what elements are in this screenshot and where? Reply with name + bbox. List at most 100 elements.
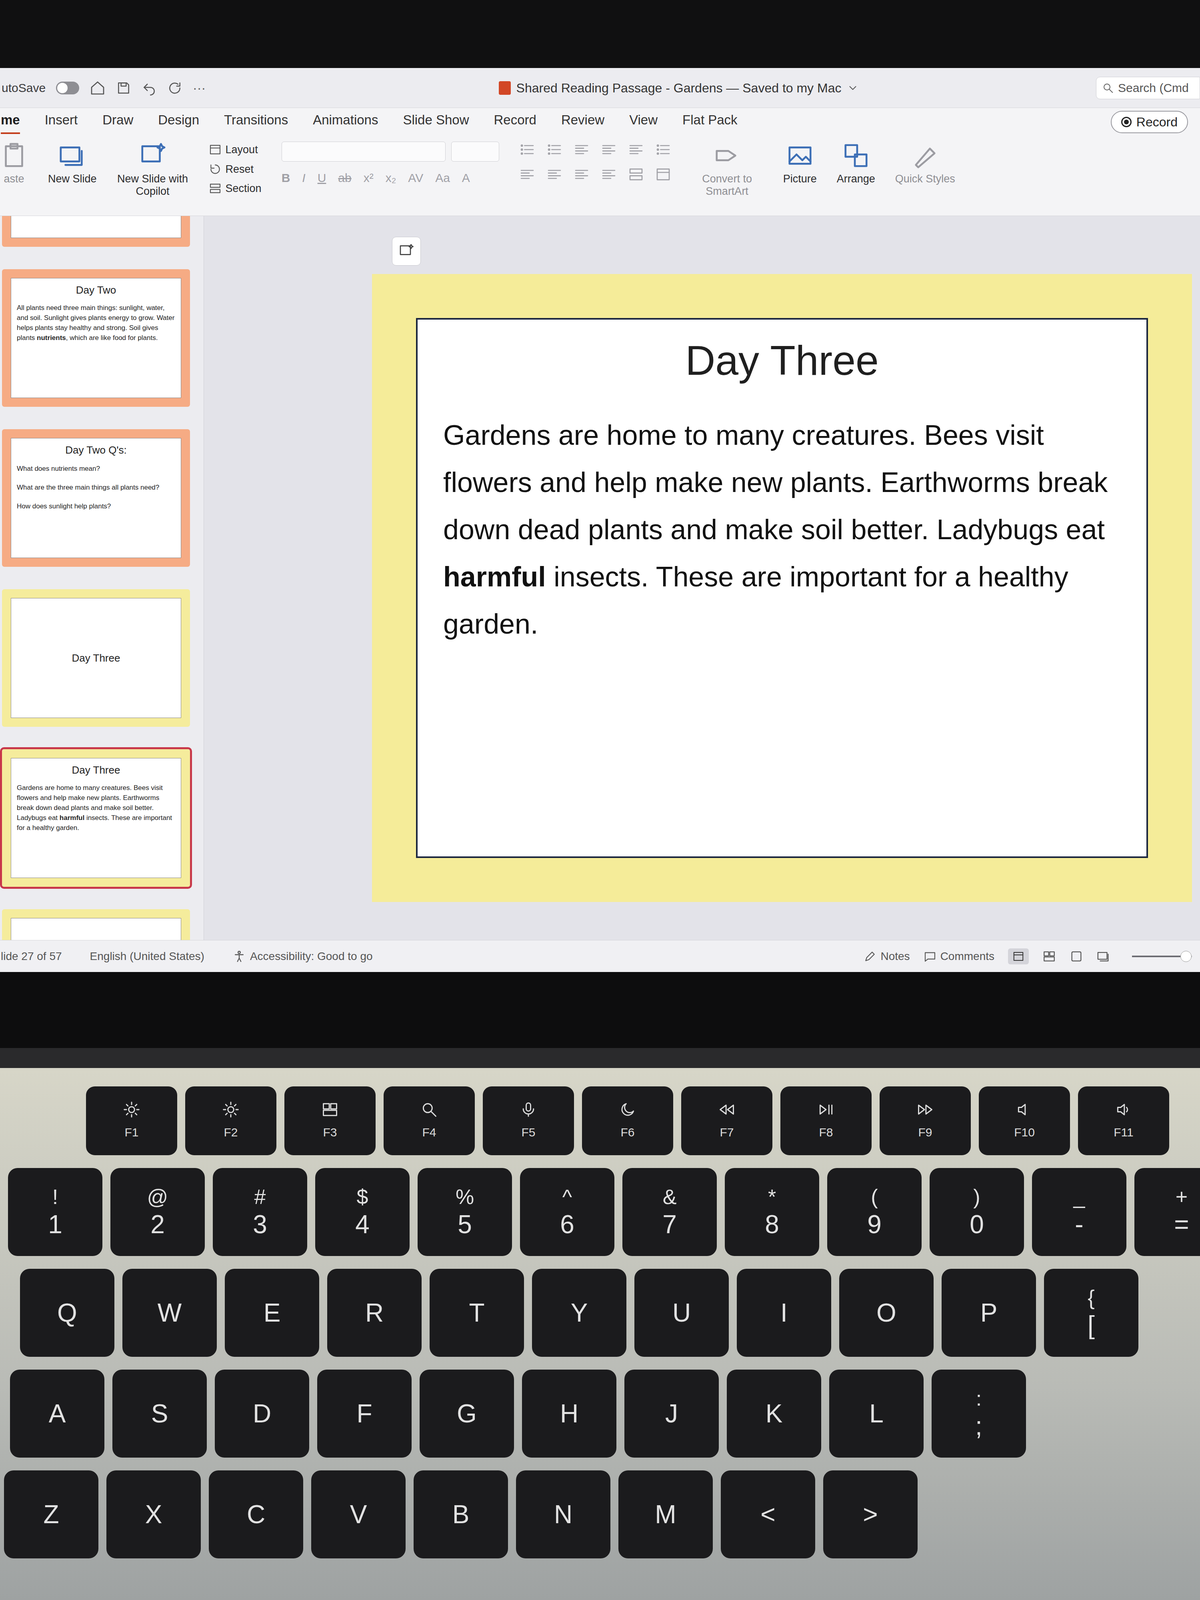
accessibility-status[interactable]: Accessibility: Good to go [232,948,373,965]
key[interactable]: L [829,1369,924,1458]
key[interactable]: *8 [724,1168,820,1256]
key-label[interactable]: U [672,1298,691,1327]
key-label[interactable]: F [356,1399,372,1428]
key-shift-label[interactable]: # [254,1185,266,1208]
key-shift-label[interactable]: ( [870,1185,878,1208]
format-button[interactable]: Aa [435,168,450,187]
key-label[interactable]: C [246,1500,266,1529]
key-label[interactable]: - [1074,1210,1084,1239]
key-label[interactable]: O [876,1298,897,1327]
key-label[interactable]: F9 [918,1123,932,1142]
key[interactable]: G [419,1369,514,1458]
key-label[interactable]: 5 [457,1210,472,1239]
function-key[interactable]: F5 [482,1086,574,1156]
key[interactable]: ^6 [520,1168,615,1256]
key-label[interactable]: 0 [969,1210,984,1239]
layout-icon[interactable] [655,166,672,183]
comments-label[interactable]: Comments [940,948,995,965]
chevron-icon[interactable] [846,82,859,94]
key-label[interactable]: I [780,1298,788,1327]
thumbnail-selection[interactable] [0,907,192,940]
key[interactable]: _- [1032,1168,1127,1256]
redo-icon[interactable] [167,80,183,96]
key-label[interactable]: X [145,1500,163,1529]
key[interactable]: Y [532,1268,627,1357]
slideshow-icon[interactable] [1096,949,1111,964]
key-shift-label[interactable]: : [976,1387,982,1410]
align-icon[interactable] [573,141,590,158]
ribbon-tab[interactable]: Animations [312,110,378,134]
key-label[interactable]: L [869,1399,884,1428]
list-icon[interactable] [546,141,563,158]
ribbon-tab[interactable]: Insert [44,110,78,134]
key[interactable]: K [726,1369,822,1458]
key-label[interactable]: Y [570,1298,588,1327]
key[interactable]: D [214,1369,310,1458]
key-shift-label[interactable]: ) [973,1185,980,1208]
key-shift-label[interactable]: ^ [562,1185,572,1208]
key[interactable]: V [311,1470,406,1559]
key-shift-label[interactable]: @ [147,1185,169,1208]
format-button[interactable]: I [302,168,306,187]
thumbnail-selection[interactable]: Day Two Q's:What does nutrients mean?Wha… [0,427,192,569]
ribbon-button[interactable]: New Slide with Copilot [116,141,189,198]
function-key[interactable]: F6 [582,1086,674,1156]
key-label[interactable]: P [980,1298,998,1327]
key-label[interactable]: K [765,1399,783,1428]
ribbon-button[interactable]: New Slide [48,141,97,186]
key[interactable]: W [122,1268,217,1357]
key[interactable]: += [1134,1168,1200,1256]
search-field[interactable]: Search (Cmd [1096,76,1200,100]
slide-passage[interactable]: Gardens are home to many creatures. Bees… [417,391,1147,648]
function-key[interactable]: F7 [681,1086,773,1156]
key-label[interactable]: R [365,1298,384,1327]
key-shift-label[interactable]: { [1087,1286,1095,1309]
key-label[interactable]: F3 [322,1123,337,1142]
key-label[interactable]: 4 [355,1210,370,1239]
ribbon-small-label[interactable]: Section [225,180,262,197]
record-button[interactable]: Record [1110,110,1188,134]
align-icon[interactable] [546,166,563,183]
slide-thumbnail[interactable] [2,909,190,940]
key-label[interactable]: B [452,1500,470,1529]
notes-label[interactable]: Notes [880,948,910,965]
ribbon-small-button[interactable]: Section [208,180,262,197]
key[interactable]: )0 [929,1168,1024,1256]
key[interactable]: N [516,1470,611,1559]
key[interactable]: F [317,1369,412,1458]
key-shift-label[interactable]: & [662,1185,677,1208]
key[interactable]: M [618,1470,713,1559]
format-button[interactable]: x² [363,168,374,187]
function-key[interactable]: F1 [86,1086,178,1156]
key-label[interactable]: F6 [620,1123,635,1142]
key-shift-label[interactable]: * [768,1185,776,1208]
thumbnail-selection[interactable]: Day ThreeGardens are home to many creatu… [0,747,192,889]
format-button[interactable]: ab [338,168,352,187]
ribbon-small-label[interactable]: Reset [225,161,254,178]
accessibility-label[interactable]: Accessibility: Good to go [250,948,373,965]
key-label[interactable]: M [654,1500,676,1529]
key[interactable]: A [10,1369,105,1458]
zoom-slider[interactable] [1132,955,1192,958]
key[interactable]: $4 [315,1168,410,1256]
ribbon-tab[interactable]: Draw [102,110,134,134]
key-label[interactable]: T [468,1298,485,1327]
record-label[interactable]: Record [1136,112,1178,132]
key-label[interactable]: F11 [1113,1123,1134,1142]
key-label[interactable]: ; [975,1412,983,1440]
key-label[interactable]: H [560,1399,579,1428]
key-label[interactable]: 9 [867,1210,882,1239]
key[interactable]: Z [4,1470,99,1559]
key-label[interactable]: F8 [818,1123,833,1142]
ribbon-button[interactable]: Convert to SmartArt [691,141,764,198]
key[interactable]: B [413,1470,508,1559]
ribbon-button[interactable]: Picture [783,141,817,186]
list-icon[interactable] [655,141,672,158]
key[interactable]: &7 [622,1168,717,1256]
zoom-thumb[interactable] [1180,950,1192,962]
key[interactable]: @2 [110,1168,205,1256]
sorter-view-icon[interactable] [1042,949,1056,964]
key-label[interactable]: F10 [1014,1123,1035,1142]
align-icon[interactable] [628,141,644,158]
key[interactable]: #3 [212,1168,308,1256]
